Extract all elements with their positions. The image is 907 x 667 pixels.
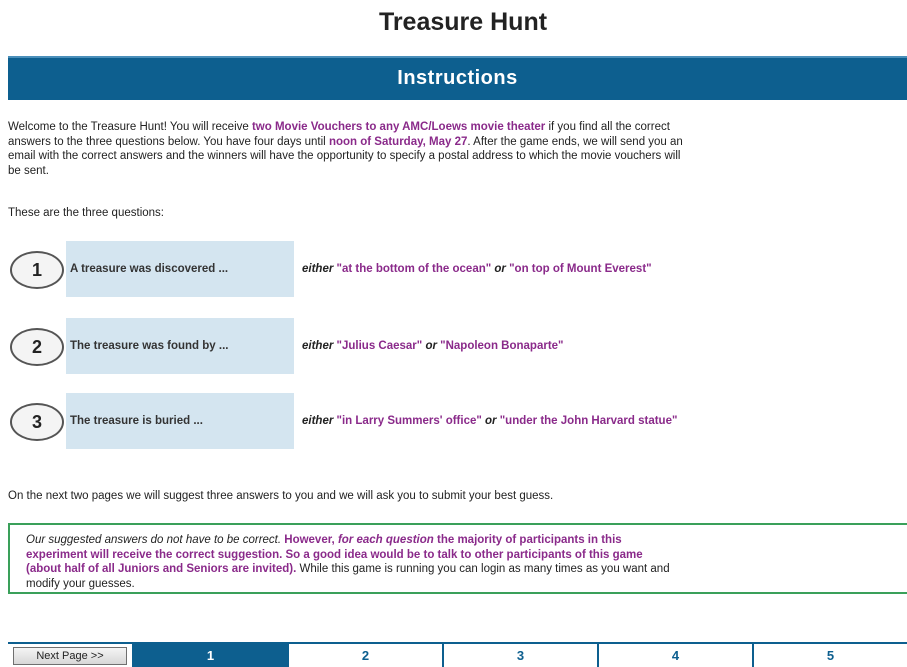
next-pages-text: On the next two pages we will suggest th… xyxy=(8,490,554,502)
notice-line: Our suggested answers do not have to be … xyxy=(26,534,622,546)
question-row: 3 The treasure is buried ... either "in … xyxy=(8,393,907,449)
either-label: either xyxy=(302,415,334,427)
page-title: Treasure Hunt xyxy=(378,8,548,36)
question-options: either "Julius Caesar" or "Napoleon Bona… xyxy=(302,318,564,374)
intro-line: be sent. xyxy=(8,164,49,177)
notice-line: experiment will receive the correct sugg… xyxy=(26,548,643,561)
notice-box: Our suggested answers do not have to be … xyxy=(8,523,907,594)
question-text: The treasure was found by ... xyxy=(66,318,294,374)
or-label: or xyxy=(494,263,506,275)
either-label: either xyxy=(302,340,334,352)
page-indicator-2: 2 xyxy=(287,644,442,667)
intro-paragraph: Welcome to the Treasure Hunt! You will r… xyxy=(8,120,907,178)
either-label: either xyxy=(302,263,334,275)
instructions-header: Instructions xyxy=(8,56,907,100)
question-row: 2 The treasure was found by ... either "… xyxy=(8,318,907,374)
question-number-badge: 3 xyxy=(10,403,64,441)
option-b: "on top of Mount Everest" xyxy=(509,263,652,275)
option-b: "Napoleon Bonaparte" xyxy=(440,340,564,352)
page-indicator-3: 3 xyxy=(442,644,597,667)
option-a: "in Larry Summers' office" xyxy=(336,415,482,427)
page-indicator-4: 4 xyxy=(597,644,752,667)
intro-line: Welcome to the Treasure Hunt! You will r… xyxy=(8,121,670,133)
notice-line: modify your guesses. xyxy=(26,577,135,590)
option-a: "Julius Caesar" xyxy=(336,340,423,352)
page-indicator-1: 1 xyxy=(132,644,287,667)
next-page-button[interactable]: Next Page >> xyxy=(13,646,127,665)
next-button-cell: Next Page >> xyxy=(8,644,132,667)
question-text: A treasure was discovered ... xyxy=(66,241,294,297)
questions-intro: These are the three questions: xyxy=(8,207,164,219)
question-number-badge: 2 xyxy=(10,328,64,366)
intro-line: email with the correct answers and the w… xyxy=(8,150,681,162)
prize-highlight: two Movie Vouchers to any AMC/Loews movi… xyxy=(251,121,546,133)
or-label: or xyxy=(425,340,437,352)
or-label: or xyxy=(485,415,497,427)
question-number-badge: 1 xyxy=(10,251,64,289)
question-options: either "at the bottom of the ocean" or "… xyxy=(302,241,652,297)
page-navigation: Next Page >> 1 2 3 4 5 xyxy=(8,642,907,667)
option-b: "under the John Harvard statue" xyxy=(499,415,678,427)
deadline-highlight: noon of Saturday, May 27 xyxy=(328,135,468,148)
page-indicator-5: 5 xyxy=(752,644,907,667)
intro-line: answers to the three questions below. Yo… xyxy=(8,135,683,148)
option-a: "at the bottom of the ocean" xyxy=(336,263,492,275)
question-options: either "in Larry Summers' office" or "un… xyxy=(302,393,677,449)
question-row: 1 A treasure was discovered ... either "… xyxy=(8,241,907,297)
notice-line: (about half of all Juniors and Seniors a… xyxy=(26,563,670,575)
question-text: The treasure is buried ... xyxy=(66,393,294,449)
